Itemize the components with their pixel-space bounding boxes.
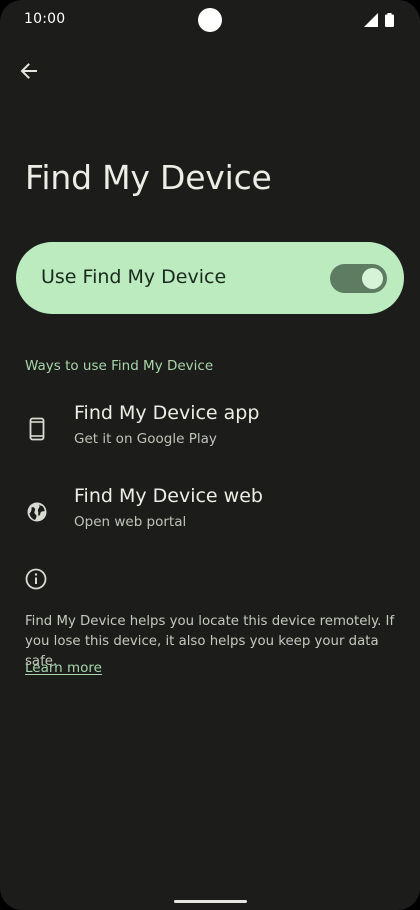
battery-icon — [385, 13, 394, 27]
status-time: 10:00 — [24, 11, 66, 27]
list-item-icon-wrap — [24, 416, 50, 442]
globe-icon — [27, 502, 47, 522]
signal-icon — [364, 13, 378, 27]
switch-thumb — [362, 268, 383, 289]
list-item-icon-wrap — [24, 499, 50, 525]
use-find-my-device-label: Use Find My Device — [41, 266, 227, 288]
phone-screen: 10:00 Find My Device Use Find My Device … — [0, 0, 420, 910]
arrow-back-icon — [20, 63, 37, 79]
back-button[interactable] — [14, 56, 44, 86]
use-find-my-device-switch[interactable] — [330, 264, 387, 293]
info-icon — [25, 568, 47, 590]
find-my-device-web-item[interactable]: Find My Device web Open web portal — [0, 481, 420, 551]
list-item-subtitle: Open web portal — [74, 514, 187, 530]
find-my-device-app-item[interactable]: Find My Device app Get it on Google Play — [0, 398, 420, 468]
list-item-title: Find My Device web — [74, 485, 263, 507]
gesture-navigation-bar[interactable] — [174, 900, 247, 903]
section-header: Ways to use Find My Device — [25, 358, 214, 374]
use-find-my-device-toggle-row[interactable]: Use Find My Device — [16, 242, 404, 314]
list-item-subtitle: Get it on Google Play — [74, 431, 217, 447]
page-title: Find My Device — [25, 158, 272, 197]
learn-more-link[interactable]: Learn more — [25, 660, 102, 676]
phone-icon — [29, 417, 45, 441]
camera-cutout — [198, 8, 222, 32]
list-item-title: Find My Device app — [74, 402, 260, 424]
status-bar: 10:00 — [0, 0, 420, 42]
status-icons — [364, 13, 394, 27]
